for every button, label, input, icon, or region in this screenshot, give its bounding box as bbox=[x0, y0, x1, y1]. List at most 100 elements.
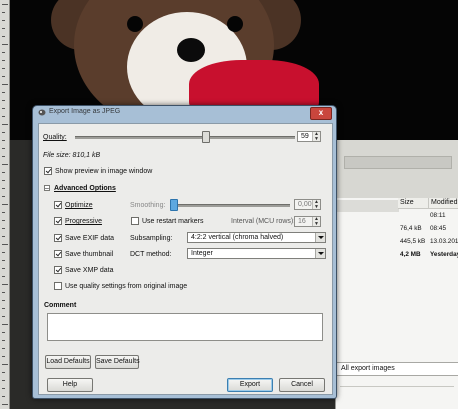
ruler-tick bbox=[2, 36, 5, 37]
ruler-tick bbox=[2, 220, 5, 221]
app-icon bbox=[38, 109, 46, 116]
progressive-label: Progressive bbox=[65, 218, 102, 225]
ruler-tick bbox=[2, 300, 5, 301]
smoothing-value: 0,00 bbox=[298, 201, 312, 208]
ruler-tick bbox=[2, 276, 5, 277]
save-thumbnail-checkbox[interactable] bbox=[54, 250, 62, 258]
comment-textarea[interactable] bbox=[47, 313, 323, 341]
quality-slider-handle[interactable] bbox=[201, 131, 210, 143]
file-chooser-window: Size Modified 08:11 76,4 kB 08:45 445,5 … bbox=[335, 140, 458, 409]
ruler-tick bbox=[2, 44, 8, 45]
file-type-filter[interactable]: All export images bbox=[336, 362, 458, 376]
ruler-tick bbox=[2, 340, 5, 341]
subsampling-select[interactable]: 4:2:2 vertical (chroma halved) bbox=[187, 232, 326, 243]
ruler-tick bbox=[2, 28, 5, 29]
show-preview-checkbox[interactable] bbox=[44, 167, 52, 175]
cancel-button[interactable]: Cancel bbox=[279, 378, 325, 392]
use-quality-original-checkbox[interactable] bbox=[54, 282, 62, 290]
spin-arrows-icon[interactable]: ▲ ▼ bbox=[312, 132, 320, 141]
file-size-text: File size: 810,1 kB bbox=[43, 152, 101, 159]
ruler-tick bbox=[2, 356, 5, 357]
ruler-tick bbox=[2, 156, 5, 157]
dialog-titlebar[interactable]: Export Image as JPEG x bbox=[33, 106, 336, 120]
ruler-tick bbox=[2, 108, 5, 109]
ruler-tick bbox=[2, 132, 5, 133]
help-button[interactable]: Help bbox=[47, 378, 93, 392]
dialog-content: Quality: 59 ▲ ▼ File size: 810,1 kB Show … bbox=[38, 123, 333, 395]
restart-markers-checkbox[interactable] bbox=[131, 217, 139, 225]
optimize-checkbox[interactable] bbox=[54, 201, 62, 209]
save-exif-label: Save EXIF data bbox=[65, 235, 115, 242]
ruler-tick bbox=[2, 388, 5, 389]
smoothing-spinbox[interactable]: 0,00 ▲ ▼ bbox=[294, 199, 321, 210]
close-button[interactable]: x bbox=[310, 107, 332, 120]
subsampling-label: Subsampling: bbox=[130, 235, 173, 242]
close-icon: x bbox=[318, 108, 324, 117]
ruler-tick bbox=[2, 244, 8, 245]
column-size[interactable]: Size bbox=[398, 198, 430, 209]
file-size: 4,2 MB bbox=[400, 251, 421, 258]
ruler-tick bbox=[2, 140, 5, 141]
ruler-tick bbox=[2, 124, 8, 125]
export-jpeg-dialog: Export Image as JPEG x Quality: 59 ▲ ▼ Fi… bbox=[32, 105, 337, 399]
interval-value: 16 bbox=[298, 218, 306, 225]
file-size: 76,4 kB bbox=[400, 225, 422, 232]
show-preview-label: Show preview in image window bbox=[55, 168, 153, 175]
vertical-ruler bbox=[0, 0, 10, 409]
chevron-down-icon[interactable] bbox=[315, 233, 325, 242]
save-xmp-checkbox[interactable] bbox=[54, 266, 62, 274]
column-modified[interactable]: Modified bbox=[428, 198, 458, 209]
smoothing-label: Smoothing: bbox=[130, 202, 166, 209]
spin-arrows-icon[interactable]: ▲ ▼ bbox=[312, 200, 320, 209]
ruler-tick bbox=[2, 84, 8, 85]
ruler-tick bbox=[2, 12, 5, 13]
smoothing-slider-track[interactable] bbox=[170, 204, 290, 207]
quality-slider-track[interactable] bbox=[75, 136, 295, 139]
ruler-tick bbox=[2, 204, 8, 205]
ruler-tick bbox=[2, 100, 5, 101]
ruler-tick bbox=[2, 68, 5, 69]
save-thumbnail-label: Save thumbnail bbox=[65, 251, 114, 258]
expander-minus-icon[interactable]: – bbox=[44, 185, 50, 192]
spin-arrows-icon[interactable]: ▲ ▼ bbox=[312, 217, 320, 226]
dct-method-value: Integer bbox=[191, 250, 213, 257]
load-defaults-button[interactable]: Load Defaults bbox=[45, 355, 91, 369]
ruler-tick bbox=[2, 292, 5, 293]
ruler-tick bbox=[2, 76, 5, 77]
optimize-label: Optimize bbox=[65, 202, 93, 209]
ruler-tick bbox=[2, 196, 5, 197]
file-modified: 13.03.201 bbox=[430, 238, 458, 245]
ruler-tick bbox=[2, 212, 5, 213]
save-defaults-button[interactable]: Save Defaults bbox=[95, 355, 140, 369]
save-exif-checkbox[interactable] bbox=[54, 234, 62, 242]
ruler-tick bbox=[2, 404, 8, 405]
chevron-down-icon[interactable] bbox=[315, 249, 325, 258]
subsampling-value: 4:2:2 vertical (chroma halved) bbox=[191, 234, 284, 241]
interval-label: Interval (MCU rows): bbox=[231, 218, 296, 225]
interval-spinbox[interactable]: 16 ▲ ▼ bbox=[294, 216, 321, 227]
progressive-checkbox[interactable] bbox=[54, 217, 62, 225]
quality-spinbox[interactable]: 59 ▲ ▼ bbox=[297, 131, 321, 142]
smoothing-slider-handle[interactable] bbox=[170, 199, 178, 211]
ruler-tick bbox=[2, 324, 8, 325]
ruler-tick bbox=[2, 396, 5, 397]
ruler-tick bbox=[2, 372, 5, 373]
divider bbox=[340, 386, 454, 387]
ruler-tick bbox=[2, 116, 5, 117]
quality-label: Quality: bbox=[43, 134, 67, 141]
file-size: 445,5 kB bbox=[400, 238, 426, 245]
file-modified: Yesterday bbox=[430, 251, 458, 258]
ruler-tick bbox=[2, 316, 5, 317]
ruler-tick bbox=[2, 20, 5, 21]
export-button[interactable]: Export bbox=[227, 378, 273, 392]
ruler-tick bbox=[2, 236, 5, 237]
comment-label: Comment bbox=[44, 302, 77, 309]
ruler-tick bbox=[2, 92, 5, 93]
dct-method-select[interactable]: Integer bbox=[187, 248, 326, 259]
advanced-options-header[interactable]: Advanced Options bbox=[54, 184, 116, 193]
dialog-title: Export Image as JPEG bbox=[49, 108, 121, 115]
file-modified: 08:45 bbox=[430, 225, 446, 232]
ruler-tick bbox=[2, 284, 8, 285]
row-highlight bbox=[337, 200, 399, 212]
restart-markers-label: Use restart markers bbox=[142, 218, 204, 225]
